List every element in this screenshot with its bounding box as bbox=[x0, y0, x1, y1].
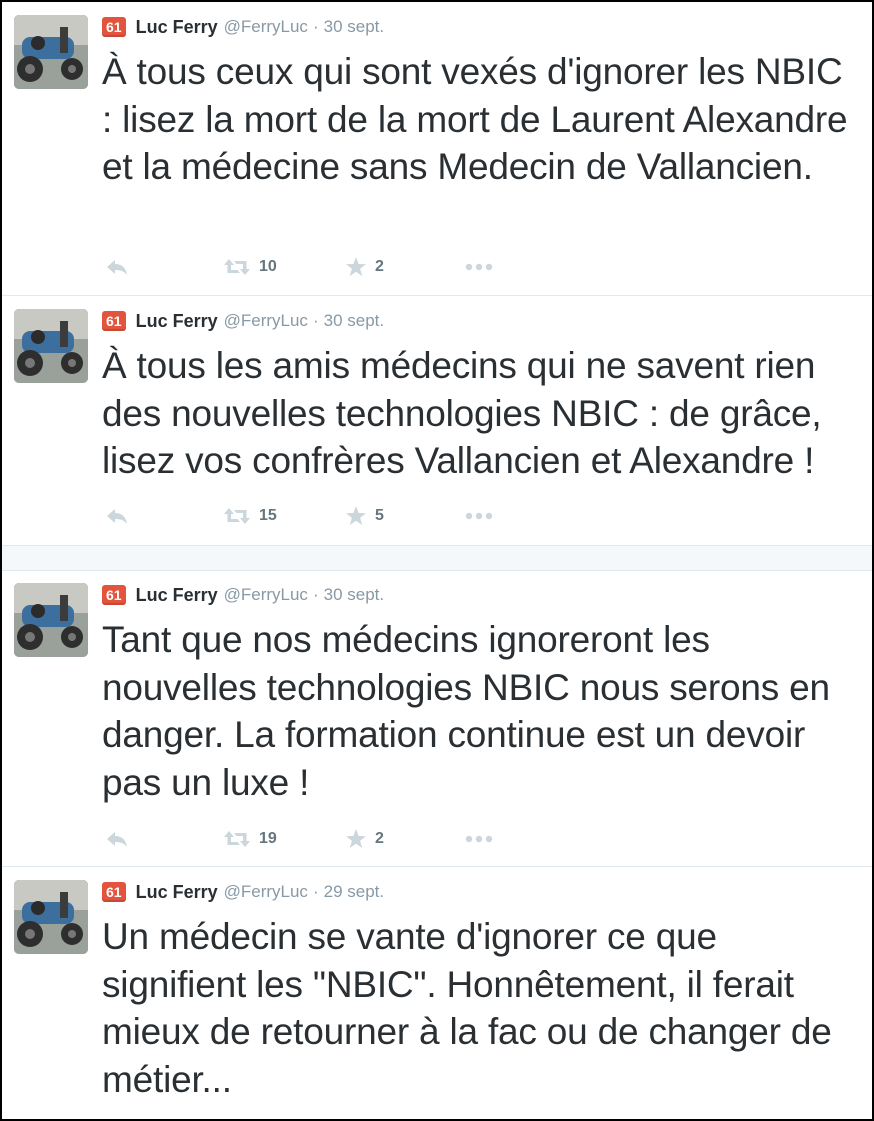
tweet[interactable]: 61 Luc Ferry @FerryLuc · 29 sept. Un méd… bbox=[2, 867, 872, 1119]
retweet-icon bbox=[224, 508, 250, 524]
badge: 61 bbox=[102, 585, 126, 605]
badge: 61 bbox=[102, 311, 126, 331]
separator: · bbox=[312, 311, 319, 330]
retweet-icon bbox=[224, 831, 250, 847]
avatar[interactable] bbox=[14, 309, 88, 383]
reply-icon bbox=[107, 509, 127, 524]
tweet-date[interactable]: 30 sept. bbox=[324, 311, 385, 331]
badge: 61 bbox=[102, 17, 126, 37]
retweet-button[interactable]: 10 bbox=[223, 253, 277, 281]
tweet-actions: 19 2 bbox=[102, 825, 522, 853]
retweet-icon bbox=[224, 259, 250, 275]
tweet-text: À tous ceux qui sont vexés d'ignorer les… bbox=[102, 51, 848, 187]
tweet-date[interactable]: 30 sept. bbox=[324, 585, 385, 605]
more-button[interactable] bbox=[464, 253, 494, 281]
author-name[interactable]: Luc Ferry bbox=[136, 17, 218, 38]
star-icon bbox=[346, 506, 366, 525]
reply-button[interactable] bbox=[105, 825, 129, 853]
tweet-text: À tous les amis médecins qui ne savent r… bbox=[102, 345, 822, 481]
tweet-date[interactable]: 29 sept. bbox=[324, 882, 385, 902]
favorite-count: 2 bbox=[375, 830, 384, 847]
separator: · bbox=[312, 585, 319, 604]
tweet-actions: 15 5 bbox=[102, 502, 522, 530]
retweet-button[interactable]: 15 bbox=[223, 502, 277, 530]
tweet-header: 61 Luc Ferry @FerryLuc · 30 sept. bbox=[102, 309, 384, 333]
more-icon bbox=[465, 835, 493, 843]
retweet-button[interactable]: 19 bbox=[223, 825, 277, 853]
tweet-date[interactable]: 30 sept. bbox=[324, 17, 385, 37]
favorite-button[interactable]: 5 bbox=[345, 502, 384, 530]
tweet[interactable]: 61 Luc Ferry @FerryLuc · 30 sept. À tous… bbox=[2, 2, 872, 296]
favorite-button[interactable]: 2 bbox=[345, 825, 384, 853]
author-handle[interactable]: @FerryLuc bbox=[224, 311, 308, 331]
retweet-count: 19 bbox=[259, 830, 277, 847]
author-handle[interactable]: @FerryLuc bbox=[224, 585, 308, 605]
author-handle[interactable]: @FerryLuc bbox=[224, 17, 308, 37]
tweet-text: Un médecin se vante d'ignorer ce que sig… bbox=[102, 916, 832, 1100]
retweet-count: 15 bbox=[259, 507, 277, 524]
favorite-count: 5 bbox=[375, 507, 384, 524]
avatar[interactable] bbox=[14, 583, 88, 657]
tweet-text: Tant que nos médecins ignoreront les nou… bbox=[102, 619, 830, 803]
favorite-button[interactable]: 2 bbox=[345, 253, 384, 281]
reply-icon bbox=[107, 832, 127, 847]
retweet-count: 10 bbox=[259, 258, 277, 275]
tweet-actions: 10 2 bbox=[102, 253, 522, 281]
author-name[interactable]: Luc Ferry bbox=[136, 882, 218, 903]
tweet[interactable]: 61 Luc Ferry @FerryLuc · 30 sept. À tous… bbox=[2, 296, 872, 544]
more-button[interactable] bbox=[464, 502, 494, 530]
separator: · bbox=[312, 17, 319, 36]
tweet[interactable]: 61 Luc Ferry @FerryLuc · 30 sept. Tant q… bbox=[2, 570, 872, 867]
tweet-header: 61 Luc Ferry @FerryLuc · 29 sept. bbox=[102, 880, 384, 904]
avatar[interactable] bbox=[14, 880, 88, 954]
avatar[interactable] bbox=[14, 15, 88, 89]
tweet-timeline: 61 Luc Ferry @FerryLuc · 30 sept. À tous… bbox=[0, 0, 874, 1121]
more-icon bbox=[465, 263, 493, 271]
separator: · bbox=[312, 882, 319, 901]
author-name[interactable]: Luc Ferry bbox=[136, 585, 218, 606]
star-icon bbox=[346, 829, 366, 848]
author-name[interactable]: Luc Ferry bbox=[136, 311, 218, 332]
star-icon bbox=[346, 257, 366, 276]
author-handle[interactable]: @FerryLuc bbox=[224, 882, 308, 902]
timeline-gap bbox=[2, 545, 872, 571]
tweet-header: 61 Luc Ferry @FerryLuc · 30 sept. bbox=[102, 15, 384, 39]
more-button[interactable] bbox=[464, 825, 494, 853]
reply-button[interactable] bbox=[105, 502, 129, 530]
badge: 61 bbox=[102, 882, 126, 902]
favorite-count: 2 bbox=[375, 258, 384, 275]
reply-icon bbox=[107, 260, 127, 275]
tweet-header: 61 Luc Ferry @FerryLuc · 30 sept. bbox=[102, 583, 384, 607]
reply-button[interactable] bbox=[105, 253, 129, 281]
more-icon bbox=[465, 512, 493, 520]
